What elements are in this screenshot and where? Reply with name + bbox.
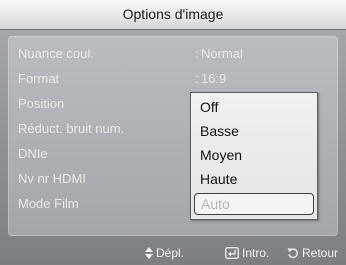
dropdown-option-auto[interactable]: Auto <box>194 193 314 215</box>
hint-return-label: Retour <box>302 246 339 260</box>
menu-item-separator: : <box>195 71 199 86</box>
hint-move-label: Dépl. <box>156 246 185 260</box>
dropdown-option-basse[interactable]: Basse <box>194 120 314 142</box>
menu-item-separator: : <box>195 46 199 61</box>
enter-icon <box>225 247 239 259</box>
menu-item-label: Nuance coul. <box>18 46 94 61</box>
menu-item-label: Nv nr HDMI <box>18 171 86 186</box>
menu-item-value: 16:9 <box>201 71 227 86</box>
footer-hints: Dépl. Intro. Retour <box>0 243 346 265</box>
menu-item-value: Normal <box>201 46 243 61</box>
hint-move: Dépl. <box>145 246 184 260</box>
dropdown-option-moyen[interactable]: Moyen <box>194 144 314 166</box>
menu-item-label: Format <box>18 71 60 86</box>
osd-screen: Options d'image Nuance coul. : Normal Fo… <box>0 0 346 265</box>
menu-item-label: Mode Film <box>18 196 79 211</box>
updown-arrow-icon <box>145 247 153 259</box>
menu-title: Options d'image <box>0 0 346 30</box>
menu-item-label: Réduct. bruit num. <box>18 121 125 136</box>
dropdown-option-off[interactable]: Off <box>194 96 314 118</box>
menu-item-format[interactable]: Format : 16:9 <box>18 69 318 89</box>
menu-item-nuance-coul[interactable]: Nuance coul. : Normal <box>18 44 318 64</box>
return-icon <box>287 247 299 259</box>
hint-enter: Intro. <box>225 246 269 260</box>
dropdown-option-haute[interactable]: Haute <box>194 168 314 190</box>
menu-item-label: Position <box>18 96 65 111</box>
hint-return: Retour <box>287 246 338 260</box>
hint-enter-label: Intro. <box>242 246 270 260</box>
menu-item-label: DNIe <box>18 146 48 161</box>
option-dropdown: Off Basse Moyen Haute Auto <box>190 92 318 220</box>
